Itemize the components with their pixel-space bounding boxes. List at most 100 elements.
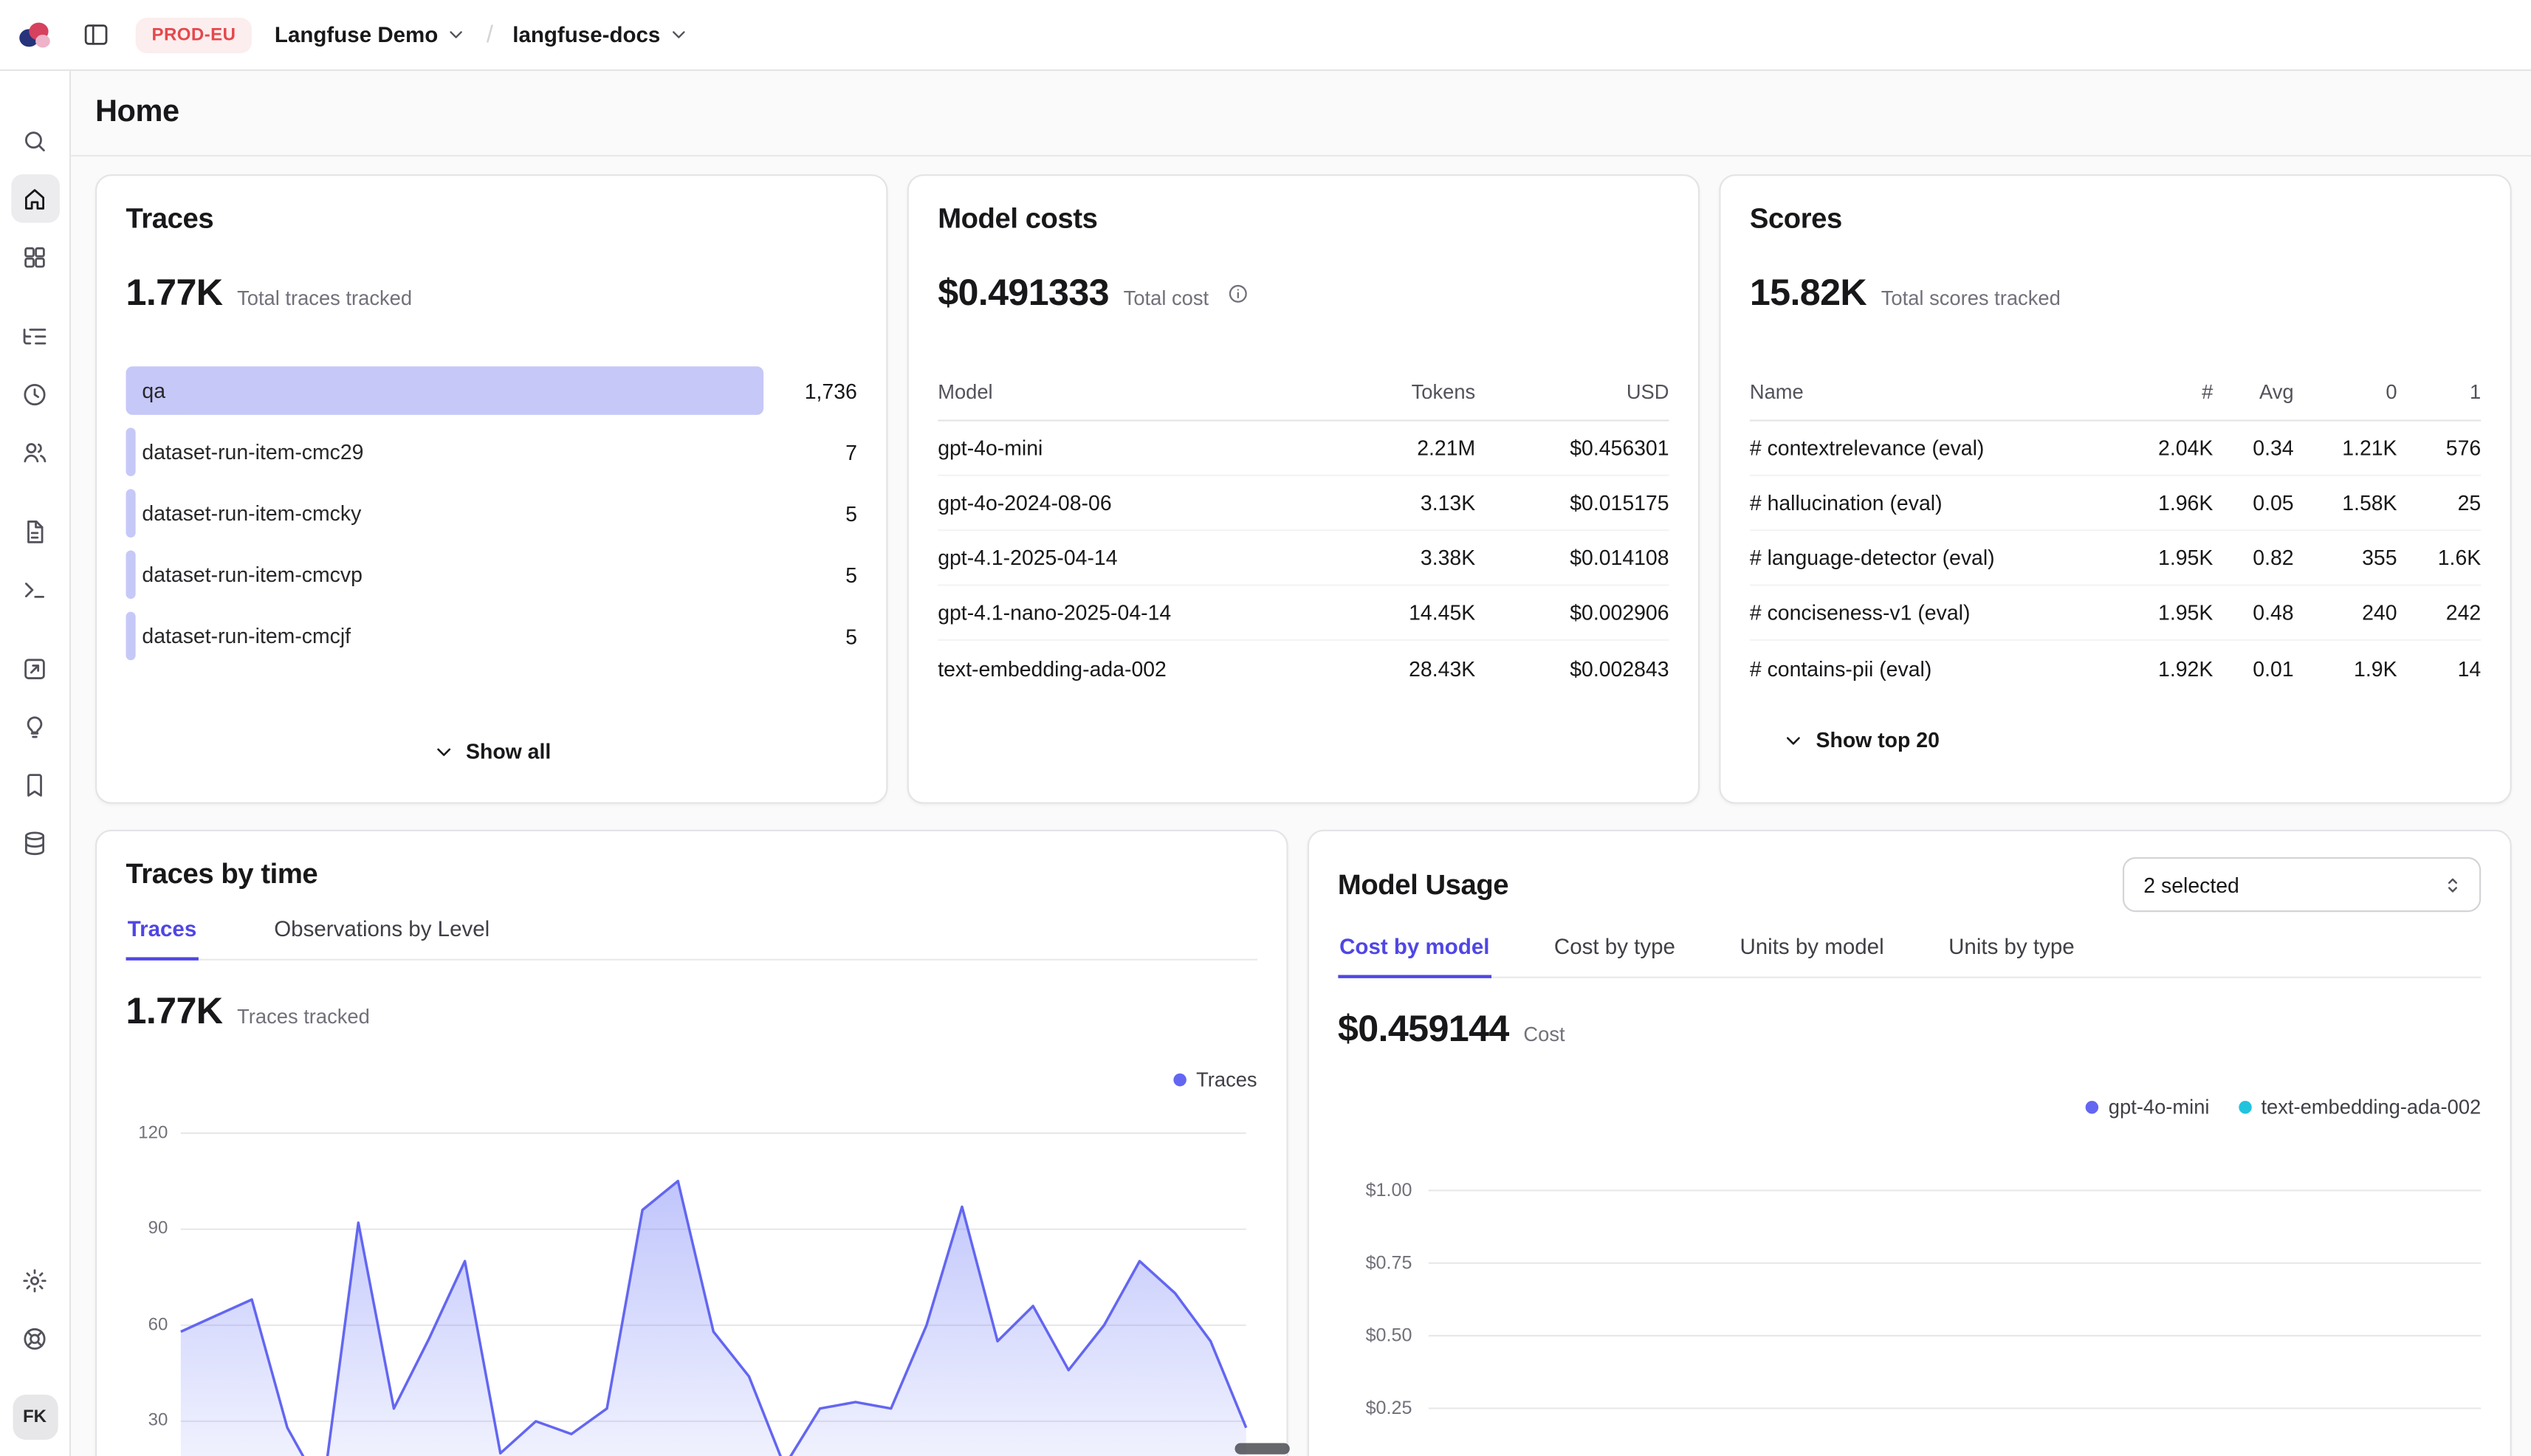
score-one: 242 (2397, 600, 2482, 625)
user-avatar[interactable]: FK (12, 1395, 57, 1440)
y-axis-tick: 90 (148, 1220, 168, 1239)
search-icon[interactable] (10, 116, 59, 165)
trace-bar-row[interactable]: dataset-run-item-cmc297 (126, 427, 857, 476)
tracing-icon[interactable] (10, 312, 59, 360)
org-name: Langfuse Demo (275, 23, 438, 47)
model-usd: $0.002906 (1475, 600, 1669, 625)
y-axis-tick: 30 (148, 1412, 168, 1431)
model-costs-card: Model costs $0.491333 Total cost Model (907, 174, 1700, 804)
score-row[interactable]: # hallucination (eval)1.96K0.051.58K25 (1750, 476, 2481, 531)
usage-grid-row: $0.75 (1338, 1227, 2481, 1299)
show-top-20-button[interactable]: Show top 20 (1782, 715, 2482, 765)
model-usage-card: Model Usage 2 selected Cost by model Cos… (1307, 830, 2511, 1456)
col-header-avg: Avg (2213, 380, 2293, 403)
dashboards-icon[interactable] (10, 233, 59, 281)
trace-bar-value: 7 (763, 440, 857, 464)
model-cost-row[interactable]: gpt-4.1-nano-2025-04-1414.45K$0.002906 (938, 586, 1669, 641)
col-header-count: # (2126, 380, 2213, 403)
annotation-icon[interactable] (10, 702, 59, 751)
trace-bar-label: dataset-run-item-cmcjf (142, 624, 351, 648)
chevron-down-icon (432, 740, 455, 763)
model-cost-row[interactable]: gpt-4.1-2025-04-143.38K$0.014108 (938, 531, 1669, 586)
score-one: 14 (2397, 656, 2482, 681)
playground-icon[interactable] (10, 565, 59, 614)
show-all-button[interactable]: Show all (126, 727, 857, 777)
tab-observations-by-level[interactable]: Observations by Level (272, 917, 491, 961)
info-icon[interactable] (1226, 281, 1249, 304)
show-top-20-label: Show top 20 (1816, 728, 1939, 752)
langfuse-logo[interactable] (0, 17, 71, 52)
traces-card: Traces 1.77K Total traces tracked qa1,73… (95, 174, 887, 804)
usage-chart: $1.00$0.75$0.50$0.25 (1338, 1154, 2481, 1445)
page-title: Home (95, 95, 179, 131)
gridline (1428, 1189, 2481, 1191)
evaluation-icon[interactable] (10, 644, 59, 693)
trace-bar-label: qa (142, 379, 165, 403)
top-bar: PROD-EU Langfuse Demo / langfuse-docs (0, 0, 2531, 71)
trace-bar-row[interactable]: qa1,736 (126, 366, 857, 415)
usage-grid-row: $0.50 (1338, 1299, 2481, 1372)
trace-bar-row[interactable]: dataset-run-item-cmcvp5 (126, 551, 857, 600)
y-axis-tick: $1.00 (1338, 1181, 1428, 1200)
score-count: 1.95K (2126, 600, 2213, 625)
scores-icon[interactable] (10, 760, 59, 809)
gridline (1428, 1263, 2481, 1264)
score-row[interactable]: # contextrelevance (eval)2.04K0.341.21K5… (1750, 422, 2481, 476)
trace-bar-row[interactable]: dataset-run-item-cmcjf5 (126, 612, 857, 661)
users-icon[interactable] (10, 427, 59, 476)
trace-bar-row[interactable]: dataset-run-item-cmcky5 (126, 489, 857, 538)
model-costs-table: Model Tokens USD gpt-4o-mini2.21M$0.4563… (938, 363, 1669, 696)
horizontal-scrollbar-thumb[interactable] (1234, 1443, 1289, 1454)
trace-bar-fill (126, 612, 136, 661)
legend-label: text-embedding-ada-002 (2261, 1096, 2481, 1119)
tab-units-by-type[interactable]: Units by type (1947, 935, 2076, 978)
home-icon[interactable] (10, 174, 59, 223)
model-tokens: 2.21M (1298, 436, 1475, 460)
page-header: Home (71, 71, 2531, 157)
col-header-usd: USD (1475, 380, 1669, 403)
model-name: gpt-4.1-2025-04-14 (938, 546, 1298, 570)
legend-dot (2086, 1101, 2098, 1113)
model-cost-row[interactable]: text-embedding-ada-00228.43K$0.002843 (938, 641, 1669, 696)
project-selector[interactable]: langfuse-docs (512, 23, 689, 47)
tab-traces[interactable]: Traces (126, 917, 199, 961)
col-header-one: 1 (2397, 380, 2482, 403)
trace-bar-fill (126, 366, 764, 415)
trace-bar-track: dataset-run-item-cmcky (126, 489, 764, 538)
model-name: gpt-4.1-nano-2025-04-14 (938, 600, 1298, 625)
model-cost-row[interactable]: gpt-4o-mini2.21M$0.456301 (938, 422, 1669, 476)
model-usd: $0.015175 (1475, 491, 1669, 515)
score-row[interactable]: # conciseness-v1 (eval)1.95K0.48240242 (1750, 586, 2481, 641)
card-title: Scores (1750, 202, 2481, 236)
tab-cost-by-model[interactable]: Cost by model (1338, 935, 1491, 978)
traces-time-metric: 1.77K (126, 989, 223, 1033)
support-icon[interactable] (10, 1314, 59, 1363)
score-row[interactable]: # contains-pii (eval)1.92K0.011.9K14 (1750, 641, 2481, 696)
sessions-icon[interactable] (10, 370, 59, 419)
score-count: 1.96K (2126, 491, 2213, 515)
settings-icon[interactable] (10, 1256, 59, 1305)
org-selector[interactable]: Langfuse Demo (275, 23, 467, 47)
scores-metric-label: Total scores tracked (1881, 287, 2061, 310)
chevron-down-icon (446, 24, 467, 45)
score-zero: 1.21K (2294, 436, 2397, 460)
card-title: Traces (126, 202, 857, 236)
model-select[interactable]: 2 selected (2123, 857, 2481, 912)
legend-label: Traces (1196, 1068, 1257, 1091)
tab-units-by-model[interactable]: Units by model (1738, 935, 1886, 978)
y-axis-tick: $0.50 (1338, 1326, 1428, 1345)
traces-chart-ylabels: 120906030 (126, 1117, 181, 1456)
trace-bar-fill (126, 489, 136, 538)
scores-metric: 15.82K (1750, 271, 1867, 315)
score-row[interactable]: # language-detector (eval)1.95K0.823551.… (1750, 531, 2481, 586)
sidebar-toggle-button[interactable] (71, 10, 120, 59)
traces-legend: Traces (126, 1068, 1257, 1091)
prompts-icon[interactable] (10, 506, 59, 555)
tab-cost-by-type[interactable]: Cost by type (1553, 935, 1677, 978)
model-cost-row[interactable]: gpt-4o-2024-08-063.13K$0.015175 (938, 476, 1669, 531)
legend-label: gpt-4o-mini (2109, 1096, 2210, 1119)
traces-metric: 1.77K (126, 271, 223, 315)
traces-by-time-card: Traces by time Traces Observations by Le… (95, 830, 1288, 1456)
datasets-icon[interactable] (10, 818, 59, 867)
model-usd: $0.456301 (1475, 436, 1669, 460)
